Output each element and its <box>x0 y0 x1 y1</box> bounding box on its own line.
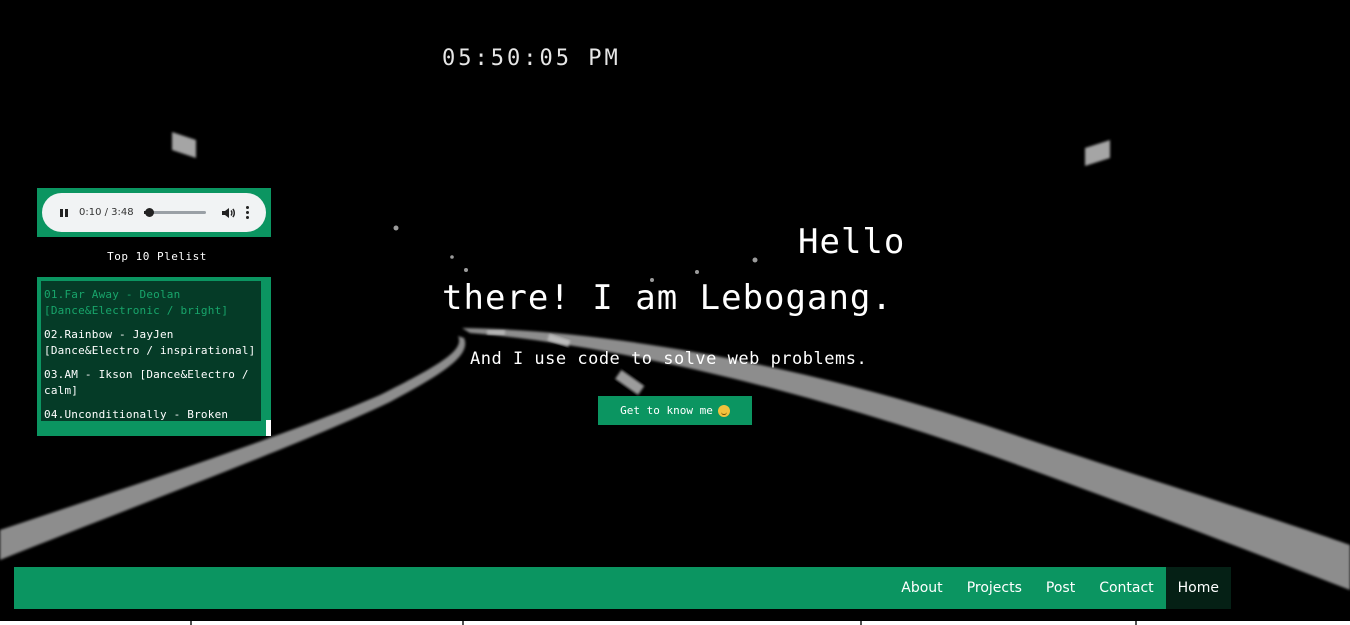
audio-time: 0:10 / 3:48 <box>79 207 134 218</box>
hero-tagline: And I use code to solve web problems. <box>470 349 868 369</box>
hero-intro: there! I am Lebogang. <box>442 278 893 318</box>
seek-slider[interactable] <box>143 208 206 217</box>
audio-player[interactable]: 0:10 / 3:48 <box>42 193 266 232</box>
playlist-track-1[interactable]: 01.Far Away - Deolan [Dance&Electronic /… <box>41 287 261 319</box>
navbar: About Projects Post Contact Home <box>14 567 1231 609</box>
cta-label: Get to know me <box>620 404 713 417</box>
nav-projects[interactable]: Projects <box>955 567 1034 609</box>
nav-about[interactable]: About <box>889 567 954 609</box>
playlist-title: Top 10 Plelist <box>107 250 207 263</box>
playlist-panel: 01.Far Away - Deolan [Dance&Electronic /… <box>37 277 271 436</box>
seek-handle[interactable] <box>145 208 155 217</box>
playlist-track-3[interactable]: 03.AM - Ikson [Dance&Electro / calm] <box>41 367 261 399</box>
playlist-track-2[interactable]: 02.Rainbow - JayJen [Dance&Electro / ins… <box>41 327 261 359</box>
hero-hello: Hello <box>798 222 906 262</box>
get-to-know-me-button[interactable]: Get to know me <box>598 396 752 425</box>
page: 05:50:05 PM 0:10 / 3:48 Top 10 Plelist 0… <box>0 0 1350 625</box>
page-bottom-edge <box>0 621 1350 625</box>
nav-post[interactable]: Post <box>1034 567 1087 609</box>
more-options-icon[interactable] <box>242 205 254 221</box>
smiley-icon <box>717 404 730 417</box>
playlist-track-4[interactable]: 04.Unconditionally - Broken <box>41 407 261 421</box>
volume-icon[interactable] <box>220 205 236 221</box>
audio-player-frame: 0:10 / 3:48 <box>37 188 271 237</box>
clock: 05:50:05 PM <box>442 46 621 71</box>
nav-home[interactable]: Home <box>1165 567 1231 609</box>
nav-contact[interactable]: Contact <box>1087 567 1165 609</box>
playlist-list[interactable]: 01.Far Away - Deolan [Dance&Electronic /… <box>41 281 261 421</box>
pause-icon[interactable] <box>56 205 72 221</box>
playlist-scrollbar[interactable] <box>266 420 271 436</box>
